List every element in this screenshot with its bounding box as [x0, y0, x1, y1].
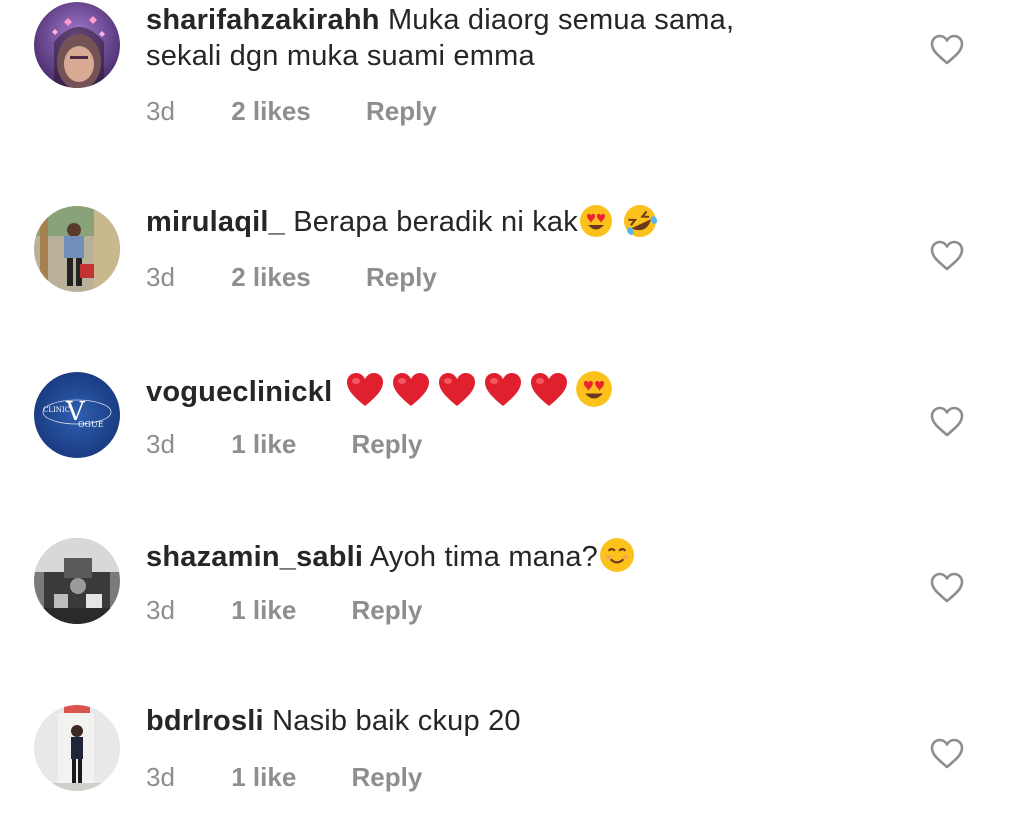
heart-icon[interactable]: [930, 34, 964, 66]
avatar[interactable]: [34, 538, 120, 624]
comment-text: bdrlrosli Nasib baik ckup 20: [146, 703, 886, 739]
comment-timestamp: 3d: [146, 595, 175, 625]
comment-likes[interactable]: 1 like: [231, 762, 296, 792]
comment-username[interactable]: vogueclinickl: [146, 376, 332, 408]
heart-icon[interactable]: [930, 406, 964, 438]
avatar[interactable]: CLINIC V OGUE: [34, 372, 120, 458]
red-heart-emoji-icon: [347, 373, 384, 406]
avatar[interactable]: [34, 206, 120, 292]
comment-meta: 3d 1 like Reply: [146, 595, 422, 625]
comment-body: Nasib baik ckup 20: [272, 705, 521, 737]
heart-eyes-emoji-icon: [579, 205, 612, 237]
reply-button[interactable]: Reply: [366, 262, 437, 292]
red-heart-emoji-icon: [393, 373, 430, 406]
comment-timestamp: 3d: [146, 262, 175, 292]
red-heart-emoji-icon: [439, 373, 476, 406]
comment-body: Berapa beradik ni kak: [293, 206, 578, 238]
heart-icon[interactable]: [930, 240, 964, 272]
comment-body: Muka diaorg semua sama,: [387, 4, 735, 36]
heart-icon[interactable]: [930, 738, 964, 770]
comment-likes[interactable]: 1 like: [231, 429, 296, 459]
comment-text: vogueclinickl: [146, 370, 886, 410]
comment-timestamp: 3d: [146, 429, 175, 459]
comment-text: shazamin_sabli Ayoh tima mana?: [146, 537, 886, 575]
rofl-emoji-icon: [623, 205, 658, 237]
comment-likes[interactable]: 2 likes: [231, 262, 311, 292]
comment-text: mirulaqil_ Berapa beradik ni kak: [146, 204, 886, 240]
smiling-emoji-icon: [600, 538, 634, 572]
red-heart-emoji-icon: [531, 373, 568, 406]
comment-username[interactable]: bdrlrosli: [146, 705, 264, 737]
heart-eyes-emoji-icon: [576, 371, 613, 407]
comment-meta: 3d 1 like Reply: [146, 429, 422, 459]
comment-username[interactable]: sharifahzakirahh: [146, 4, 380, 36]
reply-button[interactable]: Reply: [352, 429, 423, 459]
reply-button[interactable]: Reply: [352, 595, 423, 625]
comment-meta: 3d 2 likes Reply: [146, 262, 437, 292]
comment-text: sharifahzakirahh Muka diaorg semua sama,…: [146, 2, 886, 74]
comment-username[interactable]: mirulaqil_: [146, 206, 285, 238]
comment-timestamp: 3d: [146, 762, 175, 792]
comment-body-line2: sekali dgn muka suami emma: [146, 40, 535, 72]
avatar[interactable]: [34, 2, 120, 88]
comment-username[interactable]: shazamin_sabli: [146, 541, 363, 573]
avatar[interactable]: [34, 705, 120, 791]
reply-button[interactable]: Reply: [352, 762, 423, 792]
reply-button[interactable]: Reply: [366, 96, 437, 126]
comment-likes[interactable]: 1 like: [231, 595, 296, 625]
comment-body: Ayoh tima mana?: [369, 541, 598, 573]
avatar-logo-text-2: OGUE: [78, 420, 104, 429]
comment-meta: 3d 1 like Reply: [146, 762, 422, 792]
comment-likes[interactable]: 2 likes: [231, 96, 311, 126]
comment-timestamp: 3d: [146, 96, 175, 126]
comment-meta: 3d 2 likes Reply: [146, 96, 437, 126]
heart-icon[interactable]: [930, 572, 964, 604]
red-heart-emoji-icon: [485, 373, 522, 406]
